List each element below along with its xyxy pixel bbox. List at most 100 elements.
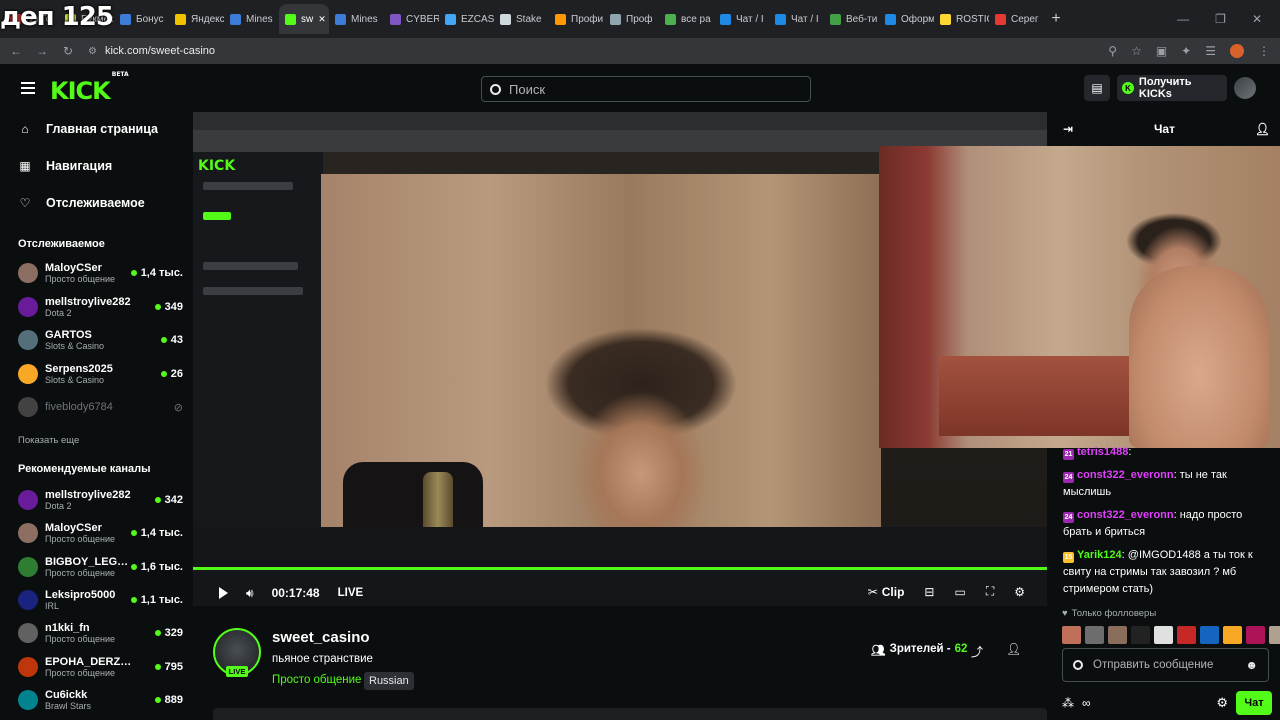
channel-name: BIGBOY_LEGE... <box>45 555 131 568</box>
emoji-icon[interactable]: ☻ <box>1245 658 1258 672</box>
emote-icon[interactable] <box>1131 626 1150 644</box>
emote-icon[interactable] <box>1223 626 1242 644</box>
browser-menu-icon[interactable]: ⋮ <box>1258 44 1270 58</box>
emote-icon[interactable] <box>1177 626 1196 644</box>
browser-tab[interactable]: Mines <box>224 4 279 34</box>
search-input[interactable]: Поиск <box>481 76 811 102</box>
browser-tab[interactable]: ROSTIC <box>934 4 989 34</box>
minimize-icon[interactable]: — <box>1177 12 1189 26</box>
reading-list-icon[interactable]: ☰ <box>1205 44 1216 58</box>
zoom-icon[interactable]: ⚲ <box>1108 44 1117 58</box>
sidebar-channel[interactable]: BIGBOY_LEGE... Просто общение 1,6 тыс. <box>18 552 183 582</box>
sidebar-channel[interactable]: Leksipro5000 IRL 1,1 тыс. <box>18 585 183 615</box>
browser-tab[interactable]: Stake <box>494 4 549 34</box>
browser-tab[interactable]: Чат / I <box>714 4 769 34</box>
chat-username[interactable]: const322_everonn <box>1077 469 1174 481</box>
browser-tab[interactable]: Оформ <box>879 4 934 34</box>
browser-tab[interactable]: Серег <box>989 4 1044 34</box>
sidebar-channel[interactable]: mellstroylive282 Dota 2 349 <box>18 292 183 322</box>
chat-username[interactable]: Yarik124 <box>1077 549 1122 561</box>
tab-close-icon[interactable]: ✕ <box>318 14 326 25</box>
browser-tab[interactable]: все ра <box>659 4 714 34</box>
settings-gear-icon[interactable]: ⚙ <box>1014 585 1025 599</box>
chat-identity-icon[interactable] <box>1073 660 1083 670</box>
new-tab-button[interactable]: + <box>1044 10 1068 28</box>
emote-icon[interactable] <box>1154 626 1173 644</box>
emote-icon[interactable] <box>1108 626 1127 644</box>
browser-tab[interactable]: Mines <box>329 4 384 34</box>
browser-tab[interactable]: Яндекс <box>169 4 224 34</box>
browser-tab[interactable]: Проф <box>604 4 659 34</box>
sidebar-channel[interactable]: MaloyCSer Просто общение 1,4 тыс. <box>18 518 183 548</box>
play-icon[interactable] <box>219 587 228 599</box>
emote-icon[interactable] <box>1269 626 1280 644</box>
emote-icon[interactable] <box>1062 626 1081 644</box>
nav-following[interactable]: ♡ Отслеживаемое <box>18 192 145 214</box>
nav-home[interactable]: ⌂ Главная страница <box>18 118 158 140</box>
chat-message[interactable]: 21 tetris1488: <box>1049 444 1280 461</box>
back-icon[interactable]: ← <box>10 44 22 58</box>
sidebar-channel[interactable]: GARTOS Slots & Casino 43 <box>18 325 183 355</box>
volume-icon[interactable]: 🔊︎ <box>246 586 254 601</box>
channel-avatar <box>18 689 38 710</box>
chat-message[interactable]: 24 const322_everonn: ты не так мыслишь <box>1049 467 1280 501</box>
chat-message-input[interactable]: Отправить сообщение ☻ <box>1062 648 1269 682</box>
video-progress-bar[interactable] <box>193 567 1047 570</box>
collapse-chat-icon[interactable]: ⇥ <box>1063 122 1073 136</box>
emote-icon[interactable] <box>1200 626 1219 644</box>
sidebar-channel[interactable]: Serpens2025 Slots & Casino 26 <box>18 359 183 389</box>
chat-users-icon[interactable]: 👤︎ <box>1255 122 1270 136</box>
nav-browse[interactable]: ▦ Навигация <box>18 155 112 177</box>
sidebar-channel[interactable]: n1kki_fn Просто общение 329 <box>18 618 183 648</box>
browser-tab[interactable]: sw ✕ <box>279 4 329 34</box>
share-icon[interactable]: ⤴ <box>971 643 983 660</box>
chat-send-button[interactable]: Чат <box>1236 691 1272 715</box>
sidebar-channel[interactable]: Cu6ickk Brawl Stars 889 <box>18 685 183 715</box>
chat-message[interactable]: 15 Yarik124: @IMGOD1488 а ты ток к свиту … <box>1049 547 1280 598</box>
follow-icon[interactable]: 👤︎ <box>1006 642 1021 656</box>
menu-hamburger-icon[interactable] <box>21 82 35 94</box>
browser-tab[interactable]: CYBER <box>384 4 439 34</box>
url-field[interactable]: ⚙ kick.com/sweet-casino <box>88 45 1094 57</box>
get-kicks-button[interactable]: K Получить KICKs <box>1117 75 1227 101</box>
close-icon[interactable]: ✕ <box>1252 12 1262 26</box>
dashboard-button[interactable]: ▤ <box>1084 75 1110 101</box>
sidebar-channel[interactable]: MaloyCSer Просто общение 1,4 тыс. <box>18 258 183 288</box>
browser-tab[interactable]: Профи <box>549 4 604 34</box>
channel-points-icon[interactable]: ⁂ <box>1062 696 1074 710</box>
emote-icon[interactable] <box>1246 626 1265 644</box>
live-indicator[interactable]: LIVE <box>338 587 364 599</box>
bookmark-star-icon[interactable]: ☆ <box>1131 44 1142 58</box>
sidebar-channel[interactable]: mellstroylive282 Dota 2 342 <box>18 485 183 515</box>
show-more-link[interactable]: Показать еще <box>18 435 79 446</box>
theater-mode-icon[interactable]: ▭ <box>954 585 965 599</box>
chat-settings-icon[interactable]: ⚙ <box>1216 695 1228 711</box>
language-tag[interactable]: Russian <box>364 672 414 690</box>
browser-tab[interactable]: Бонус <box>114 4 169 34</box>
maximize-icon[interactable]: ❐ <box>1215 12 1226 26</box>
chat-message[interactable]: 24 const322_everonn: надо просто брать и … <box>1049 507 1280 541</box>
streamer-name[interactable]: sweet_casino <box>272 629 370 646</box>
browser-tab[interactable]: EZCAS <box>439 4 494 34</box>
profile-avatar[interactable] <box>1230 44 1244 58</box>
clip-button[interactable]: ✂ Clip <box>868 585 905 599</box>
sidebar-channel[interactable]: fiveblody6784 ⊘ <box>18 392 183 422</box>
reload-icon[interactable]: ↻ <box>62 44 74 58</box>
browser-tab[interactable]: Чат / I <box>769 4 824 34</box>
player-controls-right: ✂ Clip ⊟ ▭ ⛶ ⚙ <box>868 584 1025 599</box>
chat-title: Чат <box>1154 122 1175 136</box>
user-avatar[interactable] <box>1234 77 1256 99</box>
forward-icon[interactable]: → <box>36 44 48 58</box>
kick-logo[interactable]: KICKBETA <box>50 71 129 105</box>
chat-username[interactable]: const322_everonn <box>1077 509 1174 521</box>
extension-icon[interactable]: ▣ <box>1156 44 1167 58</box>
fullscreen-icon[interactable]: ⛶ <box>986 584 994 599</box>
browser-tab[interactable]: Веб-ти <box>824 4 879 34</box>
stream-category[interactable]: Просто общение <box>272 674 361 686</box>
extensions-puzzle-icon[interactable]: ✦ <box>1181 44 1191 58</box>
sidebar-channel[interactable]: EPOHA_DERZKIH Просто общение 795 <box>18 652 183 682</box>
emote-icon[interactable] <box>1085 626 1104 644</box>
chat-username[interactable]: tetris1488 <box>1077 446 1128 458</box>
site-info-icon[interactable]: ⚙ <box>88 46 97 57</box>
captions-icon[interactable]: ⊟ <box>924 585 934 599</box>
